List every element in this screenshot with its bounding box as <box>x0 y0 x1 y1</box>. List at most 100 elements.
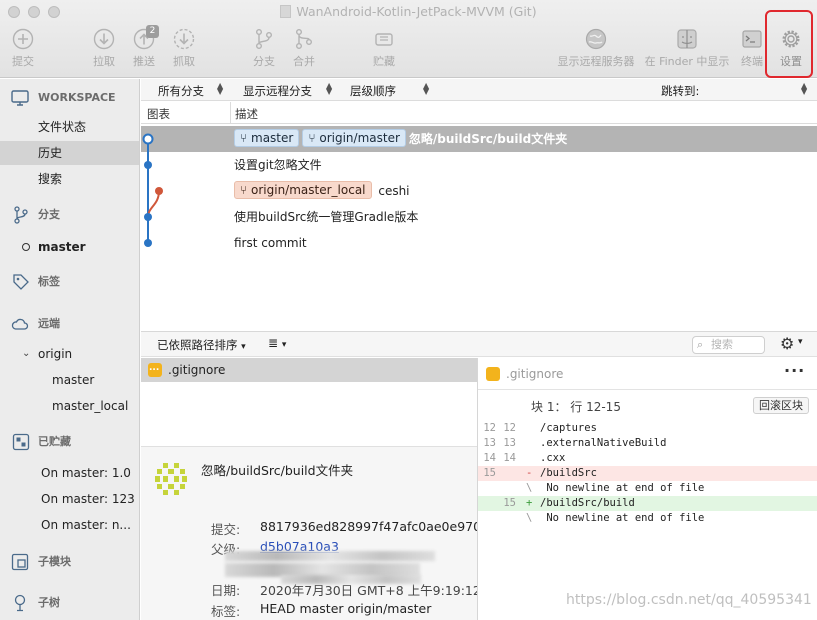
terminal-icon <box>742 30 762 48</box>
chevron-down-icon: ▾ <box>241 342 246 352</box>
diff-line[interactable]: 15 + /buildSrc/build <box>478 496 817 511</box>
branch-icon <box>256 29 272 49</box>
commit-message: ceshi <box>378 184 410 198</box>
globe-icon <box>585 28 607 50</box>
description-column-header[interactable]: 描述 <box>235 106 258 122</box>
file-row[interactable]: .gitignore <box>141 356 477 382</box>
sidebar-item-file-status[interactable]: 文件状态 <box>0 115 139 139</box>
show-in-finder-button[interactable]: 在 Finder 中显示 <box>641 28 733 69</box>
commit-details: 忽略/buildSrc/build文件夹 提交: 8817936ed828997… <box>141 446 477 620</box>
commit-row[interactable]: 使用buildSrc统一管理Gradle版本 <box>141 204 817 230</box>
search-input[interactable]: ⌕ 搜索 <box>692 336 765 354</box>
graph-node <box>144 161 152 169</box>
diff-line[interactable]: \ No newline at end of file <box>478 511 817 526</box>
date-label: 日期: <box>211 583 241 598</box>
commit-label: 提交 <box>12 55 34 68</box>
diff-line[interactable]: 14 14 .cxx <box>478 451 817 466</box>
tags-label: 标签: <box>211 604 241 619</box>
modified-file-icon <box>486 360 500 381</box>
search-icon: ⌕ <box>697 338 704 351</box>
master-branch-label: master <box>38 240 86 254</box>
all-branches-dropdown[interactable]: 所有分支 <box>158 83 204 99</box>
more-options-icon[interactable]: ··· <box>784 361 805 380</box>
commit-button[interactable]: 提交 <box>6 28 40 69</box>
pull-label: 拉取 <box>93 55 115 68</box>
sidebar-item-origin[interactable]: ⌄ origin <box>0 342 139 366</box>
push-button[interactable]: 2 推送 <box>129 25 159 69</box>
list-view-dropdown[interactable]: ≣ ▾ <box>268 336 286 350</box>
stashes-label: 已贮藏 <box>38 435 71 448</box>
discard-hunk-button[interactable]: 回滚区块 <box>753 397 809 414</box>
diff-line[interactable]: \ No newline at end of file <box>478 481 817 496</box>
branch-tag: ⑂ master <box>234 129 300 147</box>
chevron-down-icon: ▾ <box>281 340 287 350</box>
commit-description: first commit <box>234 230 307 256</box>
sidebar-item-stash-2[interactable]: On master: 123 <box>0 487 139 511</box>
sidebar-subtrees-header[interactable]: 子树 <box>0 591 139 615</box>
chevron-down-icon[interactable]: ⌄ <box>22 342 30 366</box>
stash-button[interactable]: 贮藏 <box>369 28 399 69</box>
diff-line[interactable]: 12 12/captures <box>478 421 817 436</box>
graph-node-head <box>142 133 154 145</box>
diff-line[interactable]: 15 -/buildSrc <box>478 466 817 481</box>
chevron-down-icon[interactable]: ▾ <box>798 337 803 347</box>
sidebar-item-stash-3[interactable]: On master: n... <box>0 513 139 537</box>
show-remote-button[interactable]: 显示远程服务器 <box>554 28 638 69</box>
commit-graph <box>142 133 163 247</box>
file-name: .gitignore <box>168 363 226 377</box>
show-remote-branches-dropdown[interactable]: 显示远程分支 <box>243 83 312 99</box>
commit-row[interactable]: 设置git忽略文件 <box>141 152 817 178</box>
sidebar-item-stash-1[interactable]: On master: 1.0 <box>0 461 139 485</box>
sidebar-item-master[interactable]: master <box>0 235 139 259</box>
commit-description: ⑂ master ⑂ origin/master 忽略/buildSrc/build… <box>234 126 567 152</box>
workspace-label: WORKSPACE <box>38 91 116 104</box>
old-line-number: 15 <box>483 467 496 479</box>
terminal-button[interactable]: 终端 <box>737 28 767 69</box>
sort-dropdown[interactable]: 已依照路径排序 ▾ <box>157 337 246 353</box>
diff-line[interactable]: 13 13 .externalNativeBuild <box>478 436 817 451</box>
sidebar-submodules-header[interactable]: 子模块 <box>0 550 139 574</box>
commit-hash-label: 提交: <box>211 522 241 537</box>
commit-description: 设置git忽略文件 <box>234 152 322 178</box>
branch-icon <box>14 206 28 224</box>
file-list-toolbar: 已依照路径排序 ▾ ≣ ▾ ⌕ 搜索 ⚙ ▾ <box>141 331 817 357</box>
sidebar-stashes-header[interactable]: 已贮藏 <box>0 430 139 454</box>
commit-row[interactable]: ⑂ origin/master_local ceshi <box>141 178 817 204</box>
sidebar-branches-header[interactable]: 分支 <box>0 203 139 227</box>
sort-label: 已依照路径排序 <box>157 338 238 352</box>
tags-label: 标签 <box>38 275 60 288</box>
current-branch-icon <box>22 243 30 251</box>
commit-hash-value: 8817936ed828997f47afc0ae0e970aff <box>260 519 477 534</box>
diff-view: 块 1： 行 12-15 回滚区块 12 12/captures 13 13 .exte… <box>478 391 817 620</box>
sidebar-item-remote-master-local[interactable]: master_local <box>0 394 139 418</box>
settings-highlight-box <box>765 10 813 78</box>
merge-icon <box>296 29 312 49</box>
diff-line-text: No newline at end of file <box>540 482 705 494</box>
column-separator[interactable] <box>230 102 231 124</box>
diff-marker: \ <box>526 512 533 524</box>
branch-button[interactable]: 分支 <box>249 28 279 69</box>
sidebar-remotes-header[interactable]: 远端 <box>0 312 139 336</box>
merge-button[interactable]: 合并 <box>289 28 319 69</box>
fetch-button[interactable]: 抓取 <box>169 28 199 69</box>
updown-chevron-icon: ▲ ▼ <box>801 81 808 96</box>
watermark: https://blog.csdn.net/qq_40595341 <box>566 592 812 608</box>
sidebar-item-history[interactable]: 历史 <box>0 141 139 165</box>
gear-icon[interactable]: ⚙ <box>780 334 794 353</box>
diff-header: .gitignore ··· <box>478 358 817 390</box>
diff-file-name: .gitignore <box>506 367 564 381</box>
order-dropdown[interactable]: 层级顺序 <box>350 83 396 99</box>
commit-row[interactable]: ⑂ master ⑂ origin/master 忽略/buildSrc/build… <box>141 126 817 152</box>
old-line-number: 14 <box>483 452 496 464</box>
commit-row[interactable]: first commit <box>141 230 817 256</box>
jump-to-dropdown[interactable]: 跳转到: <box>661 83 699 99</box>
sidebar-item-remote-master[interactable]: master <box>0 368 139 392</box>
sidebar-tags-header[interactable]: 标签 <box>0 270 139 294</box>
updown-chevron-icon: ▲ ▼ <box>326 81 333 96</box>
graph-column-header[interactable]: 图表 <box>147 106 170 122</box>
pull-button[interactable]: 拉取 <box>89 28 119 69</box>
sidebar-item-search[interactable]: 搜索 <box>0 167 139 191</box>
history-filter-bar: 所有分支 ▲ ▼ 显示远程分支 ▲ ▼ 层级顺序 ▲ ▼ 跳转到: ▲ ▼ <box>141 79 817 101</box>
branch-tag: ⑂ origin/master <box>302 129 406 147</box>
branch-tag-text: origin/master <box>319 131 400 145</box>
